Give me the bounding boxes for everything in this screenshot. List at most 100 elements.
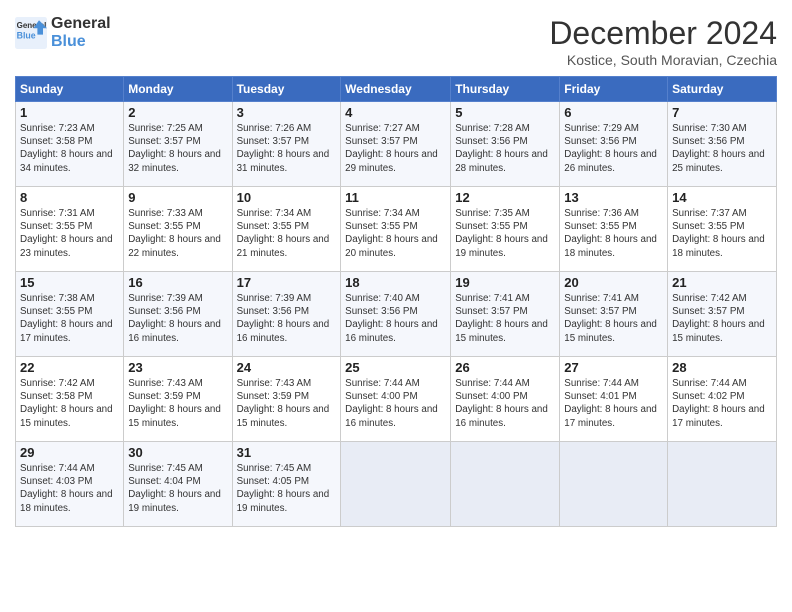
calendar-body: 1 Sunrise: 7:23 AM Sunset: 3:58 PM Daylig… (16, 102, 777, 527)
day-number: 17 (237, 275, 337, 290)
cell-info: Sunrise: 7:25 AM Sunset: 3:57 PM Dayligh… (128, 122, 227, 175)
cell-info: Sunrise: 7:29 AM Sunset: 3:56 PM Dayligh… (564, 122, 663, 175)
day-number: 9 (128, 190, 227, 205)
day-number: 7 (672, 105, 772, 120)
cell-info: Sunrise: 7:37 AM Sunset: 3:55 PM Dayligh… (672, 207, 772, 260)
calendar-cell: 25 Sunrise: 7:44 AM Sunset: 4:00 PM Dayli… (341, 357, 451, 442)
cell-info: Sunrise: 7:39 AM Sunset: 3:56 PM Dayligh… (128, 292, 227, 345)
day-number: 25 (345, 360, 446, 375)
cell-info: Sunrise: 7:30 AM Sunset: 3:56 PM Dayligh… (672, 122, 772, 175)
day-number: 6 (564, 105, 663, 120)
weekday-header: Saturday (668, 77, 777, 102)
calendar-cell (341, 442, 451, 527)
calendar-cell: 10 Sunrise: 7:34 AM Sunset: 3:55 PM Dayli… (232, 187, 341, 272)
day-number: 23 (128, 360, 227, 375)
logo: General Blue General Blue (15, 15, 111, 50)
calendar-cell: 1 Sunrise: 7:23 AM Sunset: 3:58 PM Daylig… (16, 102, 124, 187)
day-number: 13 (564, 190, 663, 205)
day-number: 18 (345, 275, 446, 290)
cell-info: Sunrise: 7:43 AM Sunset: 3:59 PM Dayligh… (128, 377, 227, 430)
calendar-cell: 9Sunrise: 7:33 AM Sunset: 3:55 PM Daylig… (124, 187, 232, 272)
calendar-header: SundayMondayTuesdayWednesdayThursdayFrid… (16, 77, 777, 102)
day-number: 10 (237, 190, 337, 205)
weekday-header: Monday (124, 77, 232, 102)
cell-info: Sunrise: 7:42 AM Sunset: 3:57 PM Dayligh… (672, 292, 772, 345)
weekday-header: Thursday (451, 77, 560, 102)
calendar-cell: 20Sunrise: 7:41 AM Sunset: 3:57 PM Dayli… (560, 272, 668, 357)
cell-info: Sunrise: 7:44 AM Sunset: 4:02 PM Dayligh… (672, 377, 772, 430)
calendar-cell: 24 Sunrise: 7:43 AM Sunset: 3:59 PM Dayli… (232, 357, 341, 442)
cell-info: Sunrise: 7:23 AM Sunset: 3:58 PM Dayligh… (20, 122, 119, 175)
day-number: 29 (20, 445, 119, 460)
cell-info: Sunrise: 7:35 AM Sunset: 3:55 PM Dayligh… (455, 207, 555, 260)
calendar-week-row: 1 Sunrise: 7:23 AM Sunset: 3:58 PM Daylig… (16, 102, 777, 187)
cell-info: Sunrise: 7:43 AM Sunset: 3:59 PM Dayligh… (237, 377, 337, 430)
cell-info: Sunrise: 7:34 AM Sunset: 3:55 PM Dayligh… (345, 207, 446, 260)
day-number: 24 (237, 360, 337, 375)
weekday-header: Friday (560, 77, 668, 102)
calendar-cell: 16 Sunrise: 7:39 AM Sunset: 3:56 PM Dayli… (124, 272, 232, 357)
subtitle: Kostice, South Moravian, Czechia (549, 52, 777, 68)
calendar-cell: 18 Sunrise: 7:40 AM Sunset: 3:56 PM Dayli… (341, 272, 451, 357)
cell-info: Sunrise: 7:44 AM Sunset: 4:00 PM Dayligh… (345, 377, 446, 430)
calendar-cell: 4 Sunrise: 7:27 AM Sunset: 3:57 PM Daylig… (341, 102, 451, 187)
calendar-cell: 12 Sunrise: 7:35 AM Sunset: 3:55 PM Dayli… (451, 187, 560, 272)
cell-info: Sunrise: 7:42 AM Sunset: 3:58 PM Dayligh… (20, 377, 119, 430)
day-number: 12 (455, 190, 555, 205)
day-number: 1 (20, 105, 119, 120)
calendar-cell (560, 442, 668, 527)
cell-info: Sunrise: 7:28 AM Sunset: 3:56 PM Dayligh… (455, 122, 555, 175)
cell-info: Sunrise: 7:27 AM Sunset: 3:57 PM Dayligh… (345, 122, 446, 175)
calendar-cell: 15Sunrise: 7:38 AM Sunset: 3:55 PM Dayli… (16, 272, 124, 357)
calendar-week-row: 15Sunrise: 7:38 AM Sunset: 3:55 PM Dayli… (16, 272, 777, 357)
cell-info: Sunrise: 7:31 AM Sunset: 3:55 PM Dayligh… (20, 207, 119, 260)
day-number: 22 (20, 360, 119, 375)
cell-info: Sunrise: 7:38 AM Sunset: 3:55 PM Dayligh… (20, 292, 119, 345)
cell-info: Sunrise: 7:45 AM Sunset: 4:04 PM Dayligh… (128, 462, 227, 515)
day-number: 26 (455, 360, 555, 375)
calendar-cell (668, 442, 777, 527)
calendar-cell: 23 Sunrise: 7:43 AM Sunset: 3:59 PM Dayli… (124, 357, 232, 442)
cell-info: Sunrise: 7:36 AM Sunset: 3:55 PM Dayligh… (564, 207, 663, 260)
calendar-cell: 27 Sunrise: 7:44 AM Sunset: 4:01 PM Dayli… (560, 357, 668, 442)
calendar-cell: 14 Sunrise: 7:37 AM Sunset: 3:55 PM Dayli… (668, 187, 777, 272)
calendar-cell: 29 Sunrise: 7:44 AM Sunset: 4:03 PM Dayli… (16, 442, 124, 527)
calendar-cell: 8Sunrise: 7:31 AM Sunset: 3:55 PM Daylig… (16, 187, 124, 272)
day-number: 28 (672, 360, 772, 375)
day-number: 31 (237, 445, 337, 460)
weekday-row: SundayMondayTuesdayWednesdayThursdayFrid… (16, 77, 777, 102)
svg-text:Blue: Blue (17, 30, 36, 40)
calendar: SundayMondayTuesdayWednesdayThursdayFrid… (15, 76, 777, 527)
cell-info: Sunrise: 7:26 AM Sunset: 3:57 PM Dayligh… (237, 122, 337, 175)
calendar-week-row: 8Sunrise: 7:31 AM Sunset: 3:55 PM Daylig… (16, 187, 777, 272)
calendar-cell: 28 Sunrise: 7:44 AM Sunset: 4:02 PM Dayli… (668, 357, 777, 442)
logo-icon: General Blue (15, 17, 47, 49)
calendar-cell: 30 Sunrise: 7:45 AM Sunset: 4:04 PM Dayli… (124, 442, 232, 527)
day-number: 4 (345, 105, 446, 120)
day-number: 16 (128, 275, 227, 290)
month-title: December 2024 (549, 15, 777, 52)
logo-text: General Blue (51, 15, 111, 50)
cell-info: Sunrise: 7:34 AM Sunset: 3:55 PM Dayligh… (237, 207, 337, 260)
calendar-cell: 22 Sunrise: 7:42 AM Sunset: 3:58 PM Dayli… (16, 357, 124, 442)
day-number: 14 (672, 190, 772, 205)
calendar-cell: 7 Sunrise: 7:30 AM Sunset: 3:56 PM Daylig… (668, 102, 777, 187)
cell-info: Sunrise: 7:44 AM Sunset: 4:01 PM Dayligh… (564, 377, 663, 430)
cell-info: Sunrise: 7:44 AM Sunset: 4:03 PM Dayligh… (20, 462, 119, 515)
cell-info: Sunrise: 7:41 AM Sunset: 3:57 PM Dayligh… (455, 292, 555, 345)
cell-info: Sunrise: 7:40 AM Sunset: 3:56 PM Dayligh… (345, 292, 446, 345)
day-number: 30 (128, 445, 227, 460)
calendar-cell: 17 Sunrise: 7:39 AM Sunset: 3:56 PM Dayli… (232, 272, 341, 357)
calendar-cell: 3Sunrise: 7:26 AM Sunset: 3:57 PM Daylig… (232, 102, 341, 187)
cell-info: Sunrise: 7:41 AM Sunset: 3:57 PM Dayligh… (564, 292, 663, 345)
day-number: 5 (455, 105, 555, 120)
calendar-cell: 26Sunrise: 7:44 AM Sunset: 4:00 PM Dayli… (451, 357, 560, 442)
calendar-cell (451, 442, 560, 527)
cell-info: Sunrise: 7:39 AM Sunset: 3:56 PM Dayligh… (237, 292, 337, 345)
calendar-week-row: 29 Sunrise: 7:44 AM Sunset: 4:03 PM Dayli… (16, 442, 777, 527)
weekday-header: Wednesday (341, 77, 451, 102)
weekday-header: Tuesday (232, 77, 341, 102)
day-number: 27 (564, 360, 663, 375)
calendar-cell: 31 Sunrise: 7:45 AM Sunset: 4:05 PM Dayli… (232, 442, 341, 527)
cell-info: Sunrise: 7:45 AM Sunset: 4:05 PM Dayligh… (237, 462, 337, 515)
